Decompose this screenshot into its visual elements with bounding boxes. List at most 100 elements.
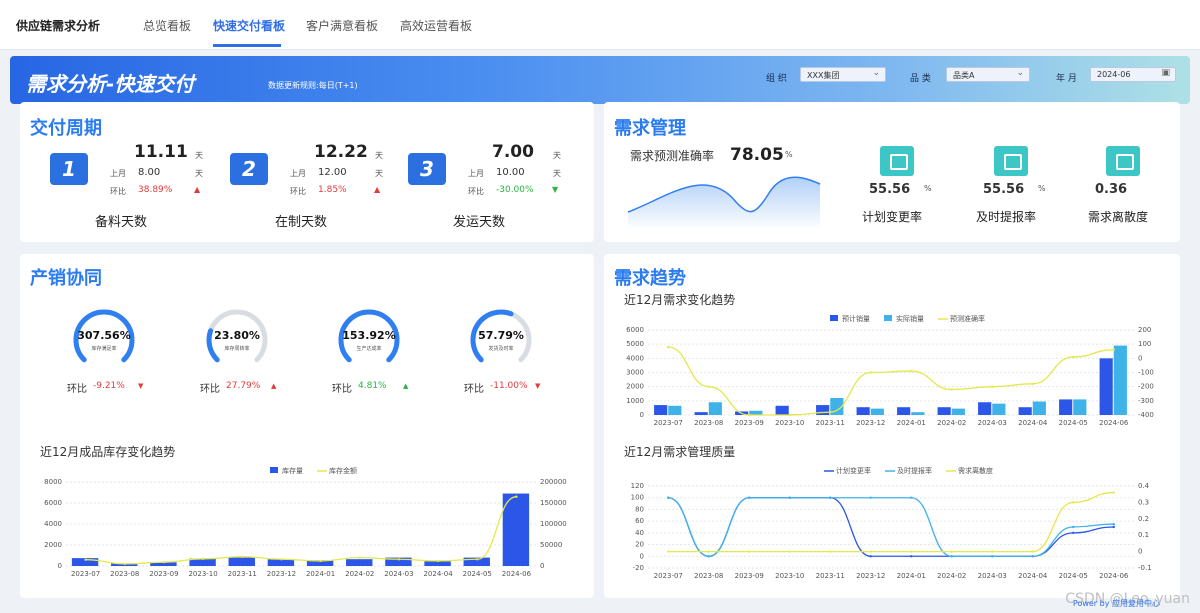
data-point <box>788 413 791 417</box>
trend-arrow-icon: ▲ <box>374 185 381 194</box>
delivery-unit: 天 <box>553 151 561 160</box>
y2-tick-label: 0.2 <box>1138 515 1149 523</box>
bar <box>1018 407 1032 415</box>
x-tick-label: 2023-10 <box>775 572 804 580</box>
y-tick-label: 8000 <box>44 478 62 486</box>
y2-tick-label: 0 <box>540 562 544 570</box>
legend-label: 及时提报率 <box>897 466 932 475</box>
data-point <box>1112 525 1115 529</box>
y2-tick-label: 100 <box>1138 340 1151 348</box>
trend-arrow-icon: ▼ <box>535 382 541 390</box>
y-tick-label: 80 <box>635 505 644 513</box>
series-line <box>668 497 1114 557</box>
x-tick-label: 2023-12 <box>267 570 296 578</box>
x-tick-label: 2023-07 <box>654 419 683 427</box>
document-icon <box>880 146 914 176</box>
prod-sales-card: 产销协同 307.56% 库存满足率 环比 -9.21% ▼ 23.80% 库存周… <box>20 254 594 598</box>
x-tick-label: 2023-09 <box>149 570 178 578</box>
legend-label: 实际销量 <box>896 314 924 323</box>
data-point <box>1072 525 1075 529</box>
y-tick-label: 20 <box>635 541 644 549</box>
tab-customer[interactable]: 客户满意看板 <box>306 17 378 34</box>
data-point <box>829 410 832 414</box>
prev-value: 10.00 <box>496 167 525 178</box>
y-tick-label: 6000 <box>626 326 644 334</box>
bar <box>694 412 708 415</box>
page-title: 需求分析-快速交付 <box>26 72 195 96</box>
x-tick-label: 2024-02 <box>937 419 966 427</box>
y2-tick-label: -100 <box>1138 369 1154 377</box>
bar <box>775 405 789 415</box>
demand-change-chart: 近12月需求变化趋势0100020003000400050006000-400-… <box>624 292 1154 427</box>
month-picker[interactable]: 2024-06 ▣ <box>1090 67 1176 82</box>
legend-swatch <box>884 315 892 321</box>
data-point <box>950 550 953 553</box>
chg-value: 1.85% <box>318 185 347 195</box>
data-point <box>1112 348 1115 352</box>
gauge-value: 57.79% <box>478 329 524 342</box>
x-tick-label: 2023-09 <box>735 572 764 580</box>
bar <box>708 402 722 415</box>
chart-title: 近12月需求变化趋势 <box>624 292 735 307</box>
data-point <box>748 413 751 417</box>
data-point <box>869 550 872 553</box>
chg-value: 38.89% <box>138 185 173 195</box>
data-point <box>1072 501 1075 504</box>
x-tick-label: 2023-10 <box>188 570 217 578</box>
step-3-icon: 3 <box>408 153 446 185</box>
y2-tick-label: -0.1 <box>1138 564 1152 572</box>
x-tick-label: 2024-02 <box>937 572 966 580</box>
data-point <box>358 556 361 559</box>
chart-title: 近12月需求管理质量 <box>624 444 735 459</box>
month-label: 年 月 <box>1056 74 1077 84</box>
data-point <box>910 550 913 553</box>
delivery-name: 备料天数 <box>95 215 148 230</box>
y-tick-label: 4000 <box>626 354 644 362</box>
chart-title: 近12月成品库存变化趋势 <box>40 444 175 459</box>
active-tab-indicator <box>213 44 281 47</box>
chg-label: 环比 <box>110 187 126 196</box>
x-tick-label: 2024-02 <box>345 570 374 578</box>
bar <box>228 557 255 566</box>
bar <box>992 403 1006 415</box>
series-line <box>668 497 1114 557</box>
app-title: 供应链需求分析 <box>16 19 101 33</box>
y-tick-label: 2000 <box>44 541 62 549</box>
demand-quality-chart: 近12月需求管理质量 -20 0 20 40 60 80 100 120 -0.1 0 0.1 0.2 0… <box>624 444 1152 580</box>
data-point <box>162 561 166 564</box>
chg-value: -11.00% <box>490 381 528 391</box>
prev-label: 上月 <box>290 169 306 178</box>
legend-label: 预计销量 <box>842 314 870 323</box>
delivery-value: 12.22 <box>314 142 368 162</box>
x-tick-label: 2024-01 <box>897 572 926 580</box>
org-select[interactable]: XXX集团 ⌄ <box>800 67 886 82</box>
x-tick-label: 2024-04 <box>1018 572 1048 580</box>
bar <box>937 407 951 415</box>
data-point <box>910 369 913 373</box>
tab-overview[interactable]: 总览看板 <box>143 17 191 34</box>
tab-operations[interactable]: 高效运营看板 <box>400 17 472 34</box>
bar <box>951 408 965 415</box>
demand-trend-card: 需求趋势 近12月需求变化趋势 0 1000 2000 3000 4000 5000 6000… <box>604 254 1180 598</box>
gauge-label: 发货及时率 <box>488 346 514 352</box>
x-tick-label: 2024-06 <box>1099 419 1129 427</box>
data-point <box>397 558 401 561</box>
category-value: 品类A <box>953 71 975 80</box>
prev-label: 上月 <box>110 169 126 178</box>
y2-tick-label: 50000 <box>540 541 562 549</box>
y-tick-label: 0 <box>640 411 644 419</box>
x-tick-label: 2023-12 <box>856 419 885 427</box>
data-point <box>910 496 913 499</box>
x-tick-label: 2023-11 <box>228 570 257 578</box>
data-point <box>667 345 670 349</box>
bar <box>978 402 992 415</box>
metric-name: 需求离散度 <box>1088 210 1149 224</box>
tab-fast-delivery[interactable]: 快速交付看板 <box>213 17 285 34</box>
y2-tick-label: 200000 <box>540 478 567 486</box>
y-tick-label: 6000 <box>44 499 62 507</box>
y-tick-label: 3000 <box>626 369 644 377</box>
y-tick-label: 0 <box>640 552 644 560</box>
bar <box>1099 358 1113 415</box>
accuracy-wave <box>627 176 821 230</box>
category-select[interactable]: 品类A ⌄ <box>946 67 1030 82</box>
